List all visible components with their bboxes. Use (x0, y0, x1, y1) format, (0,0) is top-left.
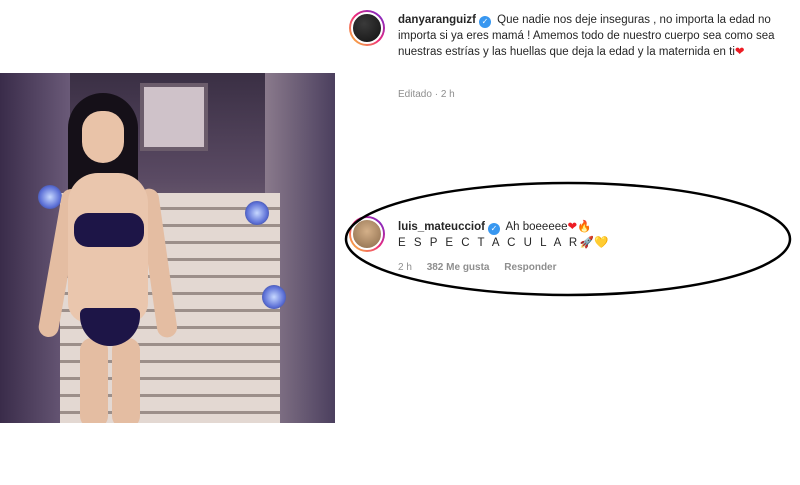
stage-light-icon (245, 201, 269, 225)
meta-separator: · (434, 89, 439, 100)
post-meta: Editado · 2 h (398, 89, 455, 100)
post-time[interactable]: 2 h (441, 89, 455, 100)
edited-label: Editado (398, 89, 432, 100)
post-details: danyaranguizf ✓ Que nadie nos deje insegu… (341, 0, 800, 485)
stage-light-icon (262, 285, 286, 309)
post-photo[interactable] (0, 73, 335, 423)
annotation-ellipse (344, 181, 792, 297)
verified-badge-icon: ✓ (478, 16, 491, 28)
photo-person (37, 93, 190, 423)
post-username[interactable]: danyaranguizf (398, 14, 476, 26)
post-author-avatar[interactable] (349, 10, 385, 46)
post-caption: danyaranguizf ✓ Que nadie nos deje insegu… (398, 12, 788, 60)
heart-emoji-icon: ❤ (734, 46, 745, 58)
media-column (0, 0, 341, 485)
